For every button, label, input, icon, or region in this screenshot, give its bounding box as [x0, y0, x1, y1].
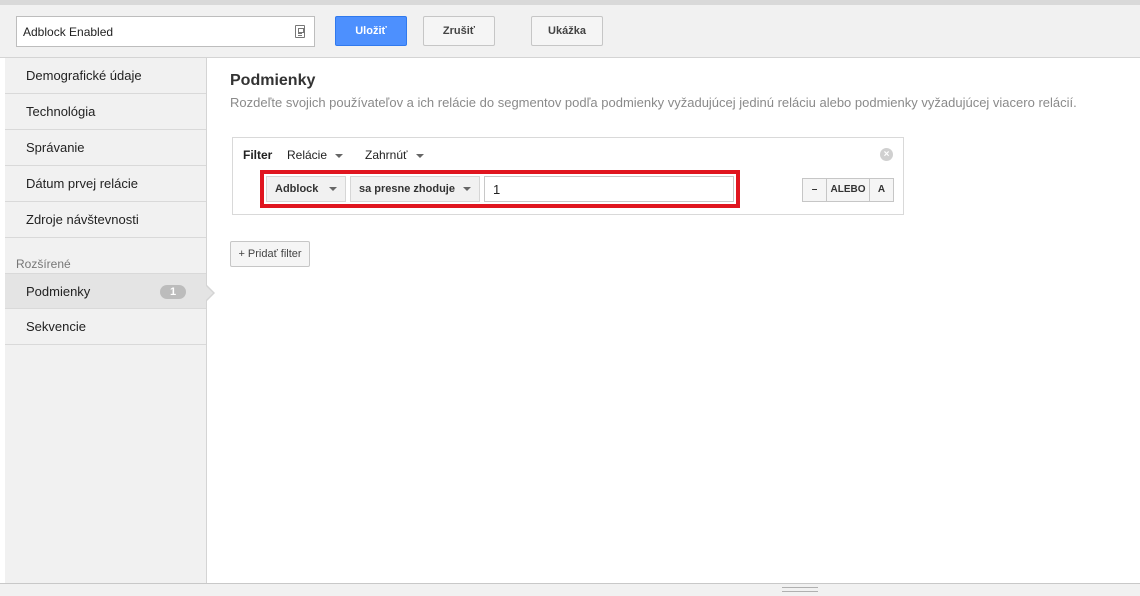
cancel-button[interactable]: Zrušiť — [423, 16, 495, 46]
preview-button[interactable]: Ukážka — [531, 16, 603, 46]
sidebar-item-label: Dátum prvej relácie — [26, 176, 138, 191]
sidebar-item-label: Technológia — [26, 104, 96, 119]
segment-name-field[interactable] — [16, 16, 315, 47]
sidebar-item-conditions[interactable]: Podmienky 1 — [5, 273, 206, 309]
sidebar-item-label: Správanie — [26, 140, 85, 155]
scope-dropdown[interactable]: Relácie — [287, 148, 344, 162]
condition-operators: – ALEBO A — [802, 178, 894, 202]
remove-filter-icon[interactable]: × — [880, 148, 893, 161]
resize-bar — [0, 583, 1140, 596]
sidebar-item-label: Demografické údaje — [26, 68, 142, 83]
highlight-annotation — [260, 170, 740, 208]
sidebar-item-first-session-date[interactable]: Dátum prvej relácie — [5, 166, 206, 202]
resize-handle[interactable] — [782, 587, 818, 592]
sidebar: Demografické údaje Technológia Správanie… — [5, 58, 215, 584]
sidebar-section-advanced: Rozšírené — [16, 257, 71, 271]
remove-condition-button[interactable]: – — [803, 179, 827, 201]
save-button[interactable]: Uložiť — [335, 16, 407, 46]
page-description: Rozdeľte svojich používateľov a ich relá… — [230, 95, 1077, 110]
include-dropdown-label: Zahrnúť — [365, 148, 408, 162]
sidebar-item-behavior[interactable]: Správanie — [5, 130, 206, 166]
save-icon[interactable] — [295, 25, 305, 38]
segment-name-input[interactable] — [17, 17, 287, 46]
sidebar-item-technology[interactable]: Technológia — [5, 94, 206, 130]
segment-toolbar: Uložiť Zrušiť Ukážka — [0, 0, 1140, 58]
main-panel: Podmienky Rozdeľte svojich používateľov … — [208, 58, 1140, 584]
count-badge: 1 — [160, 285, 186, 299]
sidebar-item-label: Sekvencie — [26, 319, 86, 334]
sidebar-item-traffic-sources[interactable]: Zdroje návštevnosti — [5, 202, 206, 238]
add-filter-button[interactable]: + Pridať filter — [230, 241, 310, 267]
sidebar-item-demographics[interactable]: Demografické údaje — [5, 58, 206, 94]
include-dropdown[interactable]: Zahrnúť — [365, 148, 424, 162]
or-button[interactable]: ALEBO — [827, 179, 870, 201]
chevron-down-icon — [335, 153, 344, 158]
and-button[interactable]: A — [870, 179, 893, 201]
filter-label: Filter — [243, 148, 273, 162]
page-title: Podmienky — [230, 72, 316, 89]
scope-dropdown-label: Relácie — [287, 148, 328, 162]
chevron-down-icon — [415, 153, 424, 158]
sidebar-item-label: Podmienky — [26, 284, 91, 299]
sidebar-item-sequences[interactable]: Sekvencie — [5, 309, 206, 345]
sidebar-item-label: Zdroje návštevnosti — [26, 212, 139, 227]
